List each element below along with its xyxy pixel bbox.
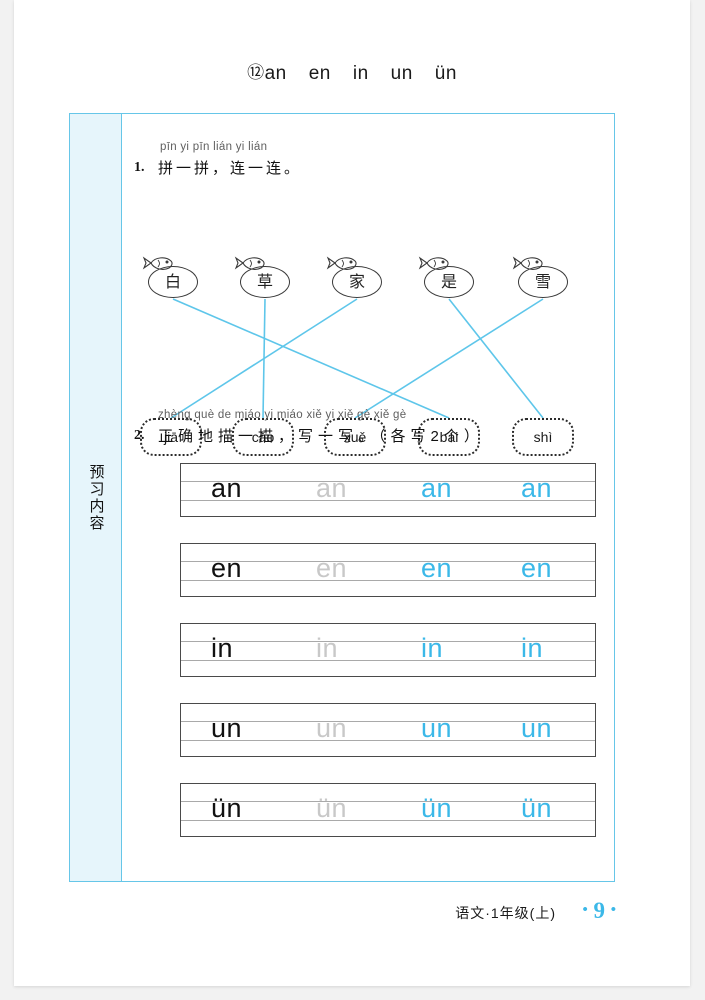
writing-trace[interactable]: un	[316, 702, 347, 756]
writing-blank[interactable]: in	[521, 622, 543, 676]
exercise-1: 1. pīn yi pīn lián yi lián 拼一拼，连一连。 白 草 …	[122, 140, 614, 456]
writing-model: in	[211, 633, 234, 663]
writing-blank[interactable]: un	[421, 702, 452, 756]
writing-model: en	[211, 553, 243, 583]
character-bubble[interactable]: 是	[418, 256, 478, 298]
writing-model: an	[211, 473, 243, 503]
matching-lines	[170, 298, 544, 419]
character-bubble[interactable]: 雪	[512, 256, 572, 298]
writing-model: un	[211, 713, 243, 743]
footer-book-title: 语文·1年级(上)	[455, 905, 557, 921]
match-line-bai	[172, 298, 450, 419]
writing-row[interactable]: ün ün ün ün	[180, 783, 596, 837]
exercise-1-pinyin: pīn yi pīn lián yi lián	[160, 141, 268, 153]
exercise-content: 1. pīn yi pīn lián yi lián 拼一拼，连一连。 白 草 …	[122, 114, 614, 881]
exercise-1-text: 拼一拼，连一连。	[158, 160, 303, 177]
page-number-group: • 9 •	[582, 898, 616, 924]
workbook-page: ⑫ an en in un ün 预习内容 1. pīn yi pīn lián yi …	[0, 0, 705, 1000]
footer-dot-right: •	[610, 902, 616, 918]
unit-number: ⑫	[247, 63, 265, 82]
writing-row[interactable]: un un un un	[180, 703, 596, 757]
writing-model: ün	[211, 793, 243, 823]
unit-final-an: an	[264, 63, 287, 84]
character-label: 雪	[534, 274, 551, 291]
writing-trace[interactable]: ün	[316, 782, 347, 836]
writing-blank[interactable]: en	[421, 542, 452, 596]
writing-blank[interactable]: ün	[421, 782, 452, 836]
character-bubble[interactable]: 家	[326, 256, 386, 298]
character-label: 白	[164, 274, 181, 291]
writing-blank[interactable]: un	[521, 702, 552, 756]
writing-blank[interactable]: en	[521, 542, 552, 596]
unit-final-in: in	[352, 63, 369, 84]
character-label: 是	[440, 274, 457, 291]
writing-blank[interactable]: an	[521, 462, 552, 516]
exercise-frame: 预习内容 1. pīn yi pīn lián yi lián 拼一拼，连一连。	[69, 113, 615, 882]
unit-final-vn: ün	[434, 63, 457, 84]
writing-trace[interactable]: an	[316, 462, 347, 516]
writing-row[interactable]: en en en en	[180, 543, 596, 597]
section-tab: 预习内容	[70, 114, 122, 881]
match-line-xue	[354, 298, 544, 419]
writing-blank[interactable]: an	[421, 462, 452, 516]
exercise-2-text: 正确地描一描，写一写。（各写2个）	[158, 428, 484, 445]
writing-blank[interactable]: ün	[521, 782, 552, 836]
writing-row[interactable]: an an an an	[180, 463, 596, 517]
character-label: 家	[348, 274, 365, 291]
writing-blank[interactable]: in	[421, 622, 443, 676]
page-footer: 语文·1年级(上) • 9 •	[14, 898, 690, 924]
exercise-1-number: 1.	[134, 160, 145, 175]
match-line-shi	[448, 298, 544, 419]
writing-trace[interactable]: en	[316, 542, 347, 596]
exercise-2-pinyin: zhèng què de miáo yi miáo xiě yi xiě gè …	[158, 409, 407, 421]
paper-sheet: ⑫ an en in un ün 预习内容 1. pīn yi pīn lián yi …	[14, 0, 690, 986]
footer-dot-left: •	[582, 902, 588, 918]
unit-finals-list: an en in un ün	[265, 63, 457, 85]
page-number: 9	[593, 898, 605, 923]
character-label: 草	[256, 274, 273, 291]
unit-final-un: un	[390, 63, 413, 84]
section-tab-label: 预习内容	[87, 463, 105, 532]
exercise-2-number: 2.	[134, 428, 145, 443]
character-bubble[interactable]: 白	[142, 256, 202, 298]
character-bubble[interactable]: 草	[234, 256, 294, 298]
writing-row[interactable]: in in in in	[180, 623, 596, 677]
writing-trace[interactable]: in	[316, 622, 338, 676]
unit-final-en: en	[308, 63, 331, 84]
exercise-2: 2. zhèng què de miáo yi miáo xiě yi xiě …	[122, 407, 614, 847]
unit-header: ⑫ an en in un ün	[14, 58, 690, 85]
